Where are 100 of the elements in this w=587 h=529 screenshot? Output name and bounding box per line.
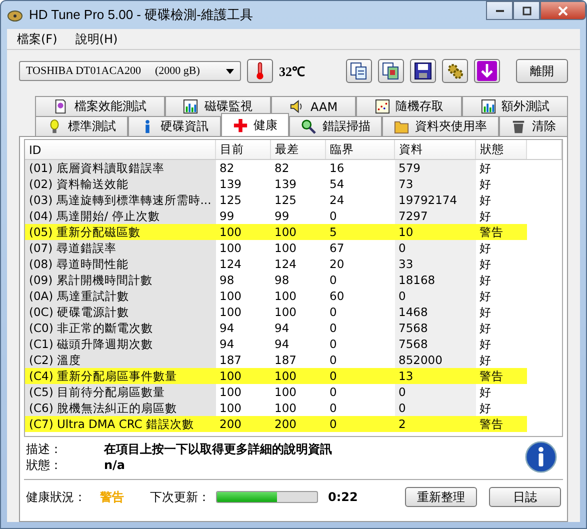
table-cell: 200 (216, 416, 270, 432)
table-cell: (C5) 目前待分配扇區數量 (25, 384, 216, 400)
table-cell: 警告 (476, 224, 526, 240)
table-cell: 33 (394, 256, 476, 272)
menu-item[interactable]: 說明(H) (75, 30, 118, 48)
health-label: 健康狀況： (26, 488, 86, 506)
tab[interactable]: 隨機存取 (356, 96, 462, 116)
thermometer-icon (255, 61, 265, 81)
thermometer-button[interactable] (247, 59, 273, 83)
table-cell: 10 (394, 224, 476, 240)
refresh-button[interactable]: 重新整理 (405, 487, 477, 507)
column-header[interactable]: ID (25, 140, 216, 160)
tab[interactable]: 磁碟監視 (164, 96, 271, 116)
medical-cross-icon (232, 118, 248, 132)
maximize-icon (522, 6, 532, 16)
table-cell: 73 (394, 176, 476, 192)
table-cell: 好 (476, 352, 526, 368)
table-cell: 警告 (476, 368, 526, 384)
log-button[interactable]: 日誌 (489, 487, 561, 507)
column-header[interactable]: 臨界 (326, 140, 394, 160)
table-cell: 好 (476, 208, 526, 224)
table-cell: 0 (394, 384, 476, 400)
document-icon (53, 99, 68, 114)
countdown: 0:22 (328, 490, 358, 504)
table-cell: 好 (476, 384, 526, 400)
column-header[interactable]: 最差 (270, 140, 326, 160)
drive-select[interactable]: TOSHIBA DT01ACA200 (2000 gB) (19, 61, 241, 81)
menu-item[interactable]: 檔案(F) (17, 30, 58, 48)
save-button[interactable] (410, 59, 436, 83)
table-cell: 82 (216, 160, 270, 176)
table-cell: 7568 (394, 320, 476, 336)
info-icon[interactable] (525, 441, 557, 473)
status-text: n/a (104, 458, 126, 472)
table-cell: 100 (270, 224, 326, 240)
copy-icon (350, 62, 368, 80)
table-cell: 2 (394, 416, 476, 432)
table-cell: (C2) 溫度 (25, 352, 216, 368)
table-cell: 好 (476, 160, 526, 176)
speaker-icon (289, 99, 304, 114)
table-cell: 19792174 (394, 192, 476, 208)
minimize-button[interactable] (486, 1, 513, 20)
table-cell: (01) 底層資料讀取錯誤率 (25, 160, 216, 176)
tab[interactable]: 硬碟資訊 (128, 116, 221, 136)
caret-icon (226, 68, 234, 74)
table-cell: 7297 (394, 208, 476, 224)
column-header[interactable]: 目前 (216, 140, 270, 160)
window-title: HD Tune Pro 5.00 - 硬碟檢測-維護工具 (29, 6, 253, 24)
table-cell: 警告 (476, 416, 526, 432)
column-header[interactable]: 狀態 (476, 140, 526, 160)
options-button[interactable] (442, 59, 468, 83)
tab[interactable]: 健康 (220, 113, 290, 136)
copy-button[interactable] (346, 59, 372, 83)
tab[interactable]: 清除 (499, 116, 568, 136)
table-cell: 13 (394, 368, 476, 384)
close-button[interactable] (540, 1, 586, 20)
chart-icon (183, 99, 198, 114)
table-cell: (08) 尋道時間性能 (25, 256, 216, 272)
table-cell: 200 (270, 416, 326, 432)
chart-icon (480, 99, 496, 114)
field-label: 狀態： (26, 456, 63, 474)
table-cell: 好 (476, 240, 526, 256)
tab[interactable]: AAM (270, 96, 356, 116)
tab[interactable]: 額外測試 (462, 96, 568, 116)
table-cell: 99 (216, 208, 270, 224)
table-cell: 100 (216, 400, 270, 416)
description-text: 在項目上按一下以取得更多詳細的說明資訊 (104, 440, 332, 458)
table-cell: (0C) 硬碟電源計數 (25, 304, 216, 320)
table-cell: 0 (326, 416, 394, 432)
table-cell: 好 (476, 400, 526, 416)
gears-icon (446, 62, 464, 80)
table-cell: (C7) Ultra DMA CRC 錯誤次數 (25, 416, 216, 432)
next-update-label: 下次更新： (150, 488, 210, 506)
exit-button[interactable]: 離開 (516, 59, 568, 83)
scatter-icon (374, 99, 390, 114)
table-cell: 100 (216, 240, 270, 256)
folder-icon (394, 119, 410, 134)
table-cell: (09) 累計開機時間計數 (25, 272, 216, 288)
column-header[interactable]: 資料 (394, 140, 476, 160)
table-cell: (C6) 脫機無法糾正的扇區數 (25, 400, 216, 416)
tab[interactable]: 檔案效能測試 (35, 96, 165, 116)
tab[interactable]: 錯誤掃描 (289, 116, 382, 136)
table-cell: (C4) 重新分配扇區事件數量 (25, 368, 216, 384)
copy-all-button[interactable] (378, 59, 404, 83)
field-label: 描述： (26, 440, 63, 458)
table-cell: (02) 資料輸送效能 (25, 176, 216, 192)
table-cell: 852000 (394, 352, 476, 368)
table-cell: 0 (394, 400, 476, 416)
tab[interactable]: 標準測試 (35, 116, 128, 136)
close-icon (558, 6, 568, 16)
table-cell: 0 (394, 240, 476, 256)
download-button[interactable] (474, 59, 500, 83)
search-icon (301, 119, 316, 134)
table-cell: 100 (270, 368, 326, 384)
table-cell: 579 (394, 160, 476, 176)
table-cell: (C1) 磁頭升降週期次數 (25, 336, 216, 352)
table-cell: (07) 尋道錯誤率 (25, 240, 216, 256)
table-cell: 0 (326, 368, 394, 384)
copy-icon (382, 62, 400, 80)
tab[interactable]: 資料夾使用率 (382, 116, 500, 136)
maximize-button[interactable] (513, 1, 540, 20)
